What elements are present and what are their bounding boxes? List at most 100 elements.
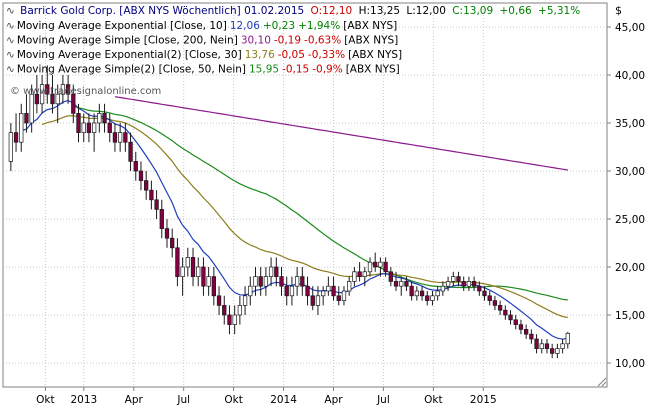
candle-body <box>409 285 414 297</box>
candle-body <box>461 281 466 287</box>
candle-body <box>237 305 243 316</box>
candle-body <box>123 132 128 143</box>
candle-body <box>81 122 86 133</box>
candle-body <box>170 237 175 249</box>
candle-body <box>8 132 13 162</box>
legend-change: +0,23 <box>263 20 295 32</box>
candle-body <box>336 295 341 301</box>
y-tick-label: 20,00 <box>615 262 645 274</box>
candle-body <box>456 276 461 282</box>
candle-body <box>175 247 180 277</box>
chart-container: 10,00 15,00 20,00 25,00 30,00 35,00 40,00 45,00… <box>0 0 657 410</box>
candle-body <box>164 228 170 239</box>
x-tick-label: Apr <box>324 394 343 406</box>
candle-body <box>289 285 295 297</box>
candle-body <box>190 257 196 277</box>
candle-body <box>503 309 508 316</box>
candle-body <box>300 276 305 287</box>
candle-body <box>211 276 216 297</box>
candle-body <box>71 93 76 114</box>
candle-body <box>388 271 393 282</box>
candle-body <box>487 295 492 301</box>
candle-body <box>497 305 503 311</box>
candle-body <box>112 132 118 143</box>
candle-body <box>222 305 227 316</box>
x-tick-label: Apr <box>125 394 144 406</box>
legend-item: ∿ Moving Average Simple [Close, 200, Nein… <box>6 35 398 47</box>
candle-body <box>539 343 544 349</box>
legend-change-pct: -0,9% <box>312 64 342 76</box>
candle-body <box>492 300 498 306</box>
y-tick-label: 35,00 <box>615 118 645 130</box>
legend-item: ∿ Moving Average Exponential(2) [Close, 3… <box>6 49 402 61</box>
x-tick-label: Okt <box>224 394 242 406</box>
y-tick-label: 40,00 <box>615 70 645 82</box>
candle-body <box>362 271 367 277</box>
candle-body <box>196 266 201 277</box>
legend-change: -0,15 <box>282 64 309 76</box>
candle-body <box>258 276 263 287</box>
candle-body <box>24 113 29 124</box>
candle-body <box>185 257 190 268</box>
legend-icon: ∿ <box>6 20 15 32</box>
candle-body <box>107 122 112 133</box>
candle-body <box>133 161 138 172</box>
candle-body <box>477 285 482 292</box>
candle-body <box>529 333 534 340</box>
legend-change-pct: -0,63% <box>304 35 341 47</box>
x-tick-label: Jul <box>376 394 390 406</box>
candle-body <box>341 290 347 301</box>
candle-body <box>373 261 378 268</box>
candle-body <box>154 199 159 210</box>
candle-body <box>216 295 222 306</box>
candle-body <box>555 348 560 354</box>
quote-change: +0,66 <box>500 5 532 17</box>
candle-body <box>466 281 472 287</box>
candle-body <box>399 281 404 287</box>
x-tick-label: 2013 <box>70 394 97 406</box>
candle-body <box>383 261 388 273</box>
title-icon: ∿ <box>6 5 15 17</box>
legend-change-pct: -0,33% <box>308 49 345 61</box>
legend-value: 13,76 <box>245 49 275 61</box>
candle-body <box>544 343 550 349</box>
candle-body <box>331 285 336 297</box>
legend-suffix: [ABX NYS] <box>348 49 402 61</box>
candle-body <box>117 132 123 143</box>
candle-body <box>13 132 19 143</box>
candle-body <box>321 290 326 297</box>
quote-close: C:13,09 <box>452 5 493 17</box>
candle-body <box>242 295 248 306</box>
candle-body <box>128 141 133 162</box>
candle-body <box>248 285 253 297</box>
legend-icon: ∿ <box>6 35 15 47</box>
quote-open: O:12,10 <box>311 5 353 17</box>
candle-body <box>414 290 419 297</box>
legend-suffix: [ABX NYS] <box>346 64 400 76</box>
y-tick-label: 45,00 <box>615 22 645 34</box>
candle-body <box>138 170 144 181</box>
candle-body <box>76 113 81 133</box>
legend-item: ∿ Moving Average Simple(2) [Close, 50, Ne… <box>6 64 400 76</box>
candle-body <box>279 276 284 287</box>
quote-low: L:12,00 <box>406 5 445 17</box>
candle-body <box>180 266 185 277</box>
candle-body <box>268 266 274 277</box>
candle-body <box>310 295 315 306</box>
legend-suffix: [ABX NYS] <box>343 20 397 32</box>
candle-body <box>305 285 310 297</box>
legend-value: 12,06 <box>230 20 260 32</box>
candle-body <box>315 295 321 306</box>
legend-icon: ∿ <box>6 49 15 61</box>
candle-body <box>524 329 529 335</box>
y-tick-label: 30,00 <box>615 166 645 178</box>
candle-body <box>159 209 164 229</box>
x-tick-label: 2015 <box>470 394 497 406</box>
legend-label: Moving Average Exponential(2) [Close, 30… <box>17 49 242 61</box>
candle-body <box>378 261 383 268</box>
legend-change: -0,19 <box>274 35 301 47</box>
candle-body <box>471 281 477 287</box>
candle-body <box>435 290 440 297</box>
candle-body <box>91 122 97 133</box>
legend-icon: ∿ <box>6 64 15 76</box>
